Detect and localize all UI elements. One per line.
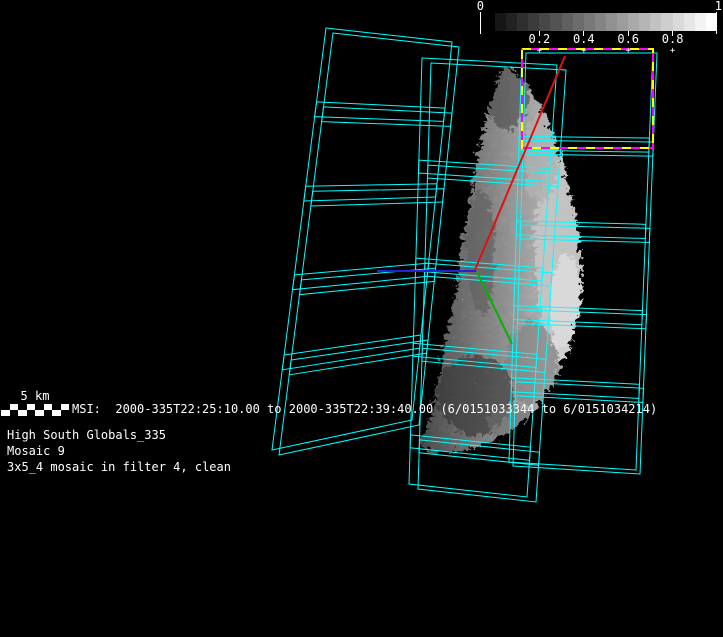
colorbar-tick-label: 0.4 — [573, 33, 595, 46]
colorbar-step — [695, 13, 706, 31]
colorbar-step — [495, 13, 506, 31]
colorbar-step — [528, 13, 539, 31]
colorbar-step — [650, 13, 661, 31]
colorbar-step — [562, 13, 573, 31]
colorbar-tick-plus: + — [625, 47, 630, 56]
colorbar-min-label: 0 — [468, 0, 484, 13]
colorbar-step — [606, 13, 617, 31]
colorbar-left-end-tick — [480, 12, 481, 34]
asteroid-render — [416, 62, 580, 449]
caption-mosaic-description: 3x5_4 mosaic in filter 4, clean — [7, 461, 231, 474]
colorbar-tick-label: 0.2 — [529, 33, 551, 46]
colorbar-step — [550, 13, 561, 31]
colorbar-tick-plus: + — [537, 47, 542, 56]
scale-bar-row — [1, 410, 69, 416]
colorbar-step — [684, 13, 695, 31]
scale-bar-cell — [61, 410, 70, 416]
mosaic-caption: High South Globals_335 Mosaic 9 3x5_4 mo… — [7, 429, 231, 477]
asteroid-shading-patch — [485, 63, 525, 127]
colorbar-step — [539, 13, 550, 31]
caption-sequence-name: High South Globals_335 — [7, 429, 231, 442]
colorbar-tick-label: 0.8 — [662, 33, 684, 46]
colorbar-step — [584, 13, 595, 31]
scale-bar-cell — [52, 410, 61, 416]
colorbar-step — [595, 13, 606, 31]
colorbar-max-label: 1 — [706, 0, 722, 13]
colorbar-tick-plus: + — [581, 47, 586, 56]
colorbar-gradient — [495, 13, 717, 31]
asteroid-shading-patch — [547, 250, 579, 360]
colorbar-tick-label: 0.6 — [617, 33, 639, 46]
scale-bar-cell — [10, 410, 19, 416]
scale-bar-cell — [35, 410, 44, 416]
colorbar-step — [639, 13, 650, 31]
colorbar-step — [661, 13, 672, 31]
msi-mosaic-display: 0 1 5 km MSI: 2000-335T22:25:10.00 to 20… — [0, 0, 723, 637]
colorbar-step — [517, 13, 528, 31]
scale-bar-cell — [44, 410, 53, 416]
mosaic-viewport — [0, 0, 723, 637]
scale-bar-checker — [1, 404, 69, 416]
caption-mosaic-number: Mosaic 9 — [7, 445, 231, 458]
colorbar-step — [628, 13, 639, 31]
colorbar-step — [506, 13, 517, 31]
image-footprint-left-row5[interactable] — [279, 340, 428, 455]
scale-bar-cell — [1, 410, 10, 416]
image-footprint-middle-row5[interactable] — [418, 440, 539, 502]
scale-bar-cell — [27, 410, 36, 416]
colorbar-tick-plus: + — [670, 47, 675, 56]
colorbar-step — [617, 13, 628, 31]
scale-bar-cell — [18, 410, 27, 416]
status-line: MSI: 2000-335T22:25:10.00 to 2000-335T22… — [72, 403, 657, 416]
colorbar-step — [706, 13, 717, 31]
colorbar-step — [673, 13, 684, 31]
scale-bar-label: 5 km — [1, 390, 69, 405]
colorbar-step — [573, 13, 584, 31]
